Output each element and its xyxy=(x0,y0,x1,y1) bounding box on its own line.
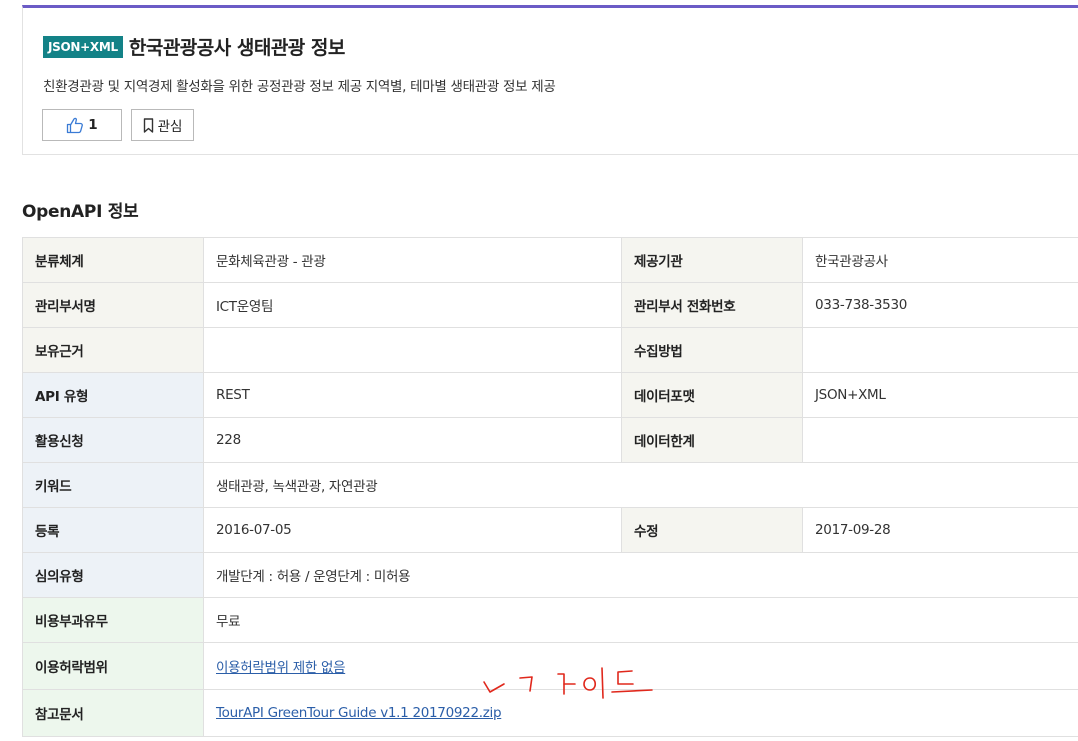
table-row: 관리부서명 ICT운영팀 관리부서 전화번호 033-738-3530 xyxy=(22,282,1078,328)
title-row: JSON+XML 한국관광공사 생태관광 정보 xyxy=(43,33,345,60)
page-title: 한국관광공사 생태관광 정보 xyxy=(128,37,346,59)
row-value: 무료 xyxy=(203,597,1078,643)
row-value xyxy=(203,327,622,373)
table-row: 활용신청 228 데이터한계 xyxy=(22,417,1078,463)
row-header: 이용허락범위 xyxy=(22,642,204,690)
row-value: ICT운영팀 xyxy=(203,282,622,328)
row-header: 참고문서 xyxy=(22,689,204,737)
like-button[interactable]: 1 xyxy=(42,109,122,141)
row-header: 비용부과유무 xyxy=(22,597,204,643)
row-value: 생태관광, 녹색관광, 자연관광 xyxy=(203,462,1078,508)
row-header: 데이터포맷 xyxy=(621,372,803,418)
row-header: 심의유형 xyxy=(22,552,204,598)
row-header: 활용신청 xyxy=(22,417,204,463)
table-row: API 유형 REST 데이터포맷 JSON+XML xyxy=(22,372,1078,418)
row-header: 등록 xyxy=(22,507,204,553)
format-badge: JSON+XML xyxy=(43,35,123,58)
favorite-label: 관심 xyxy=(157,119,183,135)
handwritten-annotation xyxy=(483,667,653,699)
like-count: 1 xyxy=(88,117,98,133)
table-row: 심의유형 개발단계 : 허용 / 운영단계 : 미허용 xyxy=(22,552,1078,598)
license-link[interactable]: 이용허락범위 제한 없음 xyxy=(216,660,345,676)
dataset-header-card: JSON+XML 한국관광공사 생태관광 정보 친환경관광 및 지역경제 활성화… xyxy=(22,5,1078,155)
row-header: API 유형 xyxy=(22,372,204,418)
row-value: 2017-09-28 xyxy=(802,507,1078,553)
favorite-button[interactable]: 관심 xyxy=(131,109,194,141)
table-row: 보유근거 수집방법 xyxy=(22,327,1078,373)
row-value xyxy=(802,327,1078,373)
row-value xyxy=(802,417,1078,463)
table-row: 분류체계 문화체육관광 - 관광 제공기관 한국관광공사 xyxy=(22,237,1078,283)
row-header: 제공기관 xyxy=(621,237,803,283)
row-value: REST xyxy=(203,372,622,418)
row-value: 228 xyxy=(203,417,622,463)
row-header: 분류체계 xyxy=(22,237,204,283)
row-header: 데이터한계 xyxy=(621,417,803,463)
section-title: OpenAPI 정보 xyxy=(22,202,139,222)
table-row: 등록 2016-07-05 수정 2017-09-28 xyxy=(22,507,1078,553)
table-row: 키워드 생태관광, 녹색관광, 자연관광 xyxy=(22,462,1078,508)
row-header: 수정 xyxy=(621,507,803,553)
row-value: 2016-07-05 xyxy=(203,507,622,553)
row-header: 관리부서 전화번호 xyxy=(621,282,803,328)
dataset-description: 친환경관광 및 지역경제 활성화을 위한 공정관광 정보 제공 지역별, 테마별… xyxy=(43,79,556,95)
row-value: JSON+XML xyxy=(802,372,1078,418)
thumbs-up-icon xyxy=(66,117,84,134)
row-value: 문화체육관광 - 관광 xyxy=(203,237,622,283)
row-header: 키워드 xyxy=(22,462,204,508)
bookmark-icon xyxy=(143,117,154,133)
row-header: 수집방법 xyxy=(621,327,803,373)
table-row: 비용부과유무 무료 xyxy=(22,597,1078,643)
reference-document-link[interactable]: TourAPI GreenTour Guide v1.1 20170922.zi… xyxy=(216,705,502,721)
row-value: 한국관광공사 xyxy=(802,237,1078,283)
row-header: 관리부서명 xyxy=(22,282,204,328)
row-value: 개발단계 : 허용 / 운영단계 : 미허용 xyxy=(203,552,1078,598)
row-value: 033-738-3530 xyxy=(802,282,1078,328)
row-header: 보유근거 xyxy=(22,327,204,373)
